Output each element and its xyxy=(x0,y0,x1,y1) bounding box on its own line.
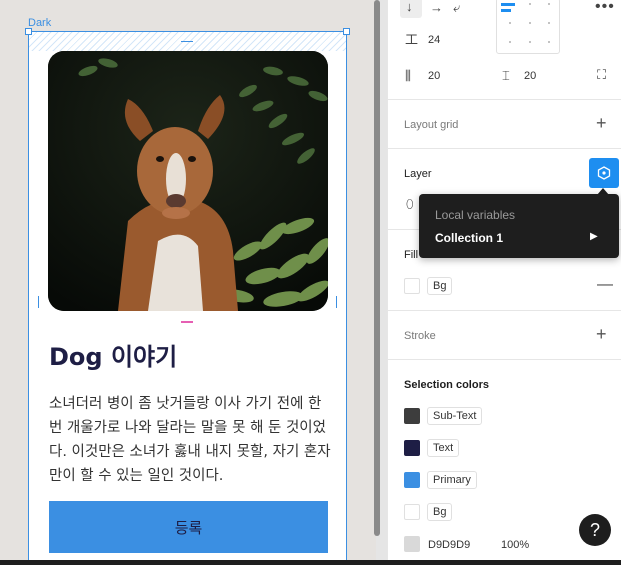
apply-variable-button[interactable] xyxy=(589,158,619,188)
popup-heading: Local variables xyxy=(435,208,516,222)
color-style-chip[interactable]: Sub-Text xyxy=(427,407,483,425)
register-button[interactable]: 등록 xyxy=(49,501,328,553)
raw-color-hex[interactable]: D9D9D9 xyxy=(428,539,470,551)
alignment-dots xyxy=(509,3,550,43)
submenu-arrow-icon: ▶ xyxy=(590,231,598,242)
help-label: ? xyxy=(589,519,600,540)
color-style-chip[interactable]: Primary xyxy=(427,471,477,489)
fill-label: Fill xyxy=(404,249,419,261)
divider xyxy=(388,99,621,100)
color-swatch-sub-text[interactable] xyxy=(404,408,420,424)
spacing-indicator xyxy=(181,321,193,323)
design-panel: ↓ → ⤶ ••• ⼯ 24 ⫼ 20 ⌶ 20 ⛶ Layout grid +… xyxy=(387,0,621,565)
horizontal-padding-value[interactable]: 20 xyxy=(428,70,440,82)
variables-popup: Local variables Collection 1 ▶ xyxy=(419,194,619,258)
layout-grid-label: Layout grid xyxy=(404,119,459,131)
padding-left-tick xyxy=(38,296,39,308)
vertical-padding-value[interactable]: 20 xyxy=(524,70,536,82)
color-style-chip[interactable]: Bg xyxy=(427,503,453,521)
independent-padding-icon[interactable]: ⛶ xyxy=(597,68,606,81)
resize-handle-top-right[interactable] xyxy=(343,28,350,35)
padding-top-tick xyxy=(181,41,193,42)
register-button-label: 등록 xyxy=(174,518,203,537)
color-swatch-bg[interactable] xyxy=(404,504,420,520)
resize-handle-top-left[interactable] xyxy=(25,28,32,35)
color-swatch-primary[interactable] xyxy=(404,472,420,488)
collection-menu-item[interactable]: Collection 1 ▶ xyxy=(419,226,619,250)
color-swatch-raw[interactable] xyxy=(404,536,420,552)
divider xyxy=(388,359,621,360)
selection-colors-label: Selection colors xyxy=(404,379,489,391)
wrap-icon[interactable]: ⤶ xyxy=(453,1,460,14)
add-stroke-icon[interactable]: + xyxy=(596,325,607,343)
canvas-scrollbar[interactable] xyxy=(374,0,380,536)
fill-style-chip[interactable]: Bg xyxy=(427,277,453,295)
arrow-right-icon[interactable]: → xyxy=(430,1,443,14)
selected-frame[interactable]: Dog 이야기 소녀더러 병이 좀 낫거들랑 이사 가기 전에 한 번 개울가로… xyxy=(25,28,350,565)
divider xyxy=(388,148,621,149)
divider xyxy=(388,310,621,311)
card-title[interactable]: Dog 이야기 xyxy=(49,337,177,372)
color-swatch-text[interactable] xyxy=(404,440,420,456)
padding-right-tick xyxy=(336,296,337,308)
fill-swatch[interactable] xyxy=(404,278,420,294)
vertical-padding-icon: ⌶ xyxy=(502,68,510,83)
remove-fill-icon[interactable]: — xyxy=(597,277,613,293)
color-style-chip[interactable]: Text xyxy=(427,439,460,457)
bottom-bar xyxy=(0,560,621,565)
raw-color-opacity[interactable]: 100% xyxy=(501,539,529,551)
more-options-icon[interactable]: ••• xyxy=(595,0,615,15)
blend-mode-icon[interactable]: ⬯ xyxy=(406,198,414,211)
arrow-down-icon: ↓ xyxy=(406,0,413,14)
direction-vertical-button[interactable]: ↓ xyxy=(400,0,422,18)
add-layout-grid-icon[interactable]: + xyxy=(596,114,607,132)
dog-photo xyxy=(48,51,328,311)
collection-label: Collection 1 xyxy=(435,231,504,245)
card-body-text[interactable]: 소녀더러 병이 좀 낫거들랑 이사 가기 전에 한 번 개울가로 나와 달라는 … xyxy=(49,392,331,488)
gap-icon: ⼯ xyxy=(405,32,419,47)
design-canvas[interactable]: Dark Dog 이야기 소녀더러 병이 좀 낫거들랑 이사 가기 전에 한 번… xyxy=(0,0,376,565)
layer-label: Layer xyxy=(404,168,432,180)
gap-value[interactable]: 24 xyxy=(428,34,440,46)
help-button[interactable]: ? xyxy=(579,514,611,546)
horizontal-padding-icon: ⫼ xyxy=(405,68,411,83)
variable-icon xyxy=(597,166,611,180)
stroke-label: Stroke xyxy=(404,330,436,342)
alignment-grid[interactable] xyxy=(496,0,560,54)
